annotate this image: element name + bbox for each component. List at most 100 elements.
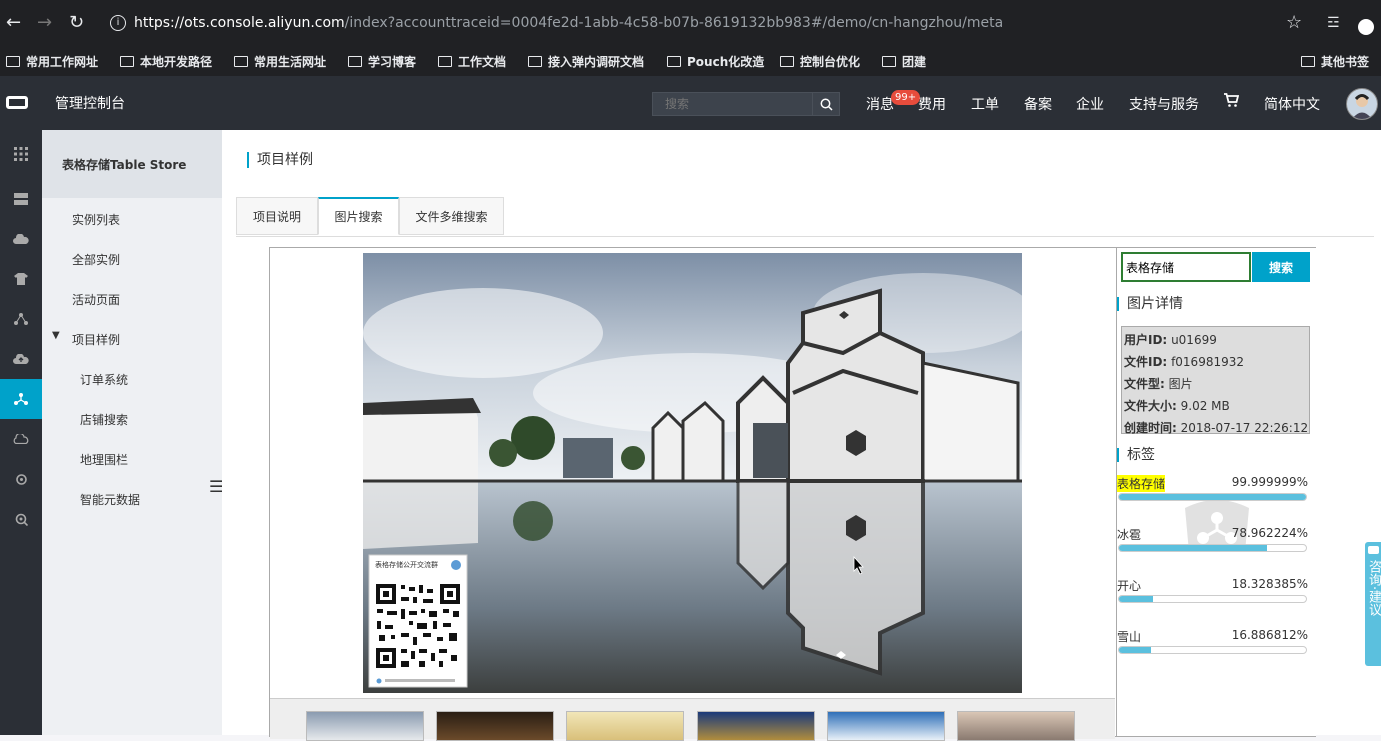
product-title: 表格存储Table Store [62, 158, 187, 172]
cloud-upload-icon[interactable] [0, 339, 42, 379]
tag-percent: 78.962224% [1231, 526, 1308, 540]
feedback-tab[interactable]: 咨询·建议 [1365, 542, 1381, 666]
thumbnail-strip [270, 698, 1115, 741]
chat-icon [1367, 546, 1379, 554]
settings-icon[interactable] [0, 459, 42, 499]
sidebar-item-all-instances[interactable]: 全部实例 [72, 251, 120, 268]
bookmarks-bar: 常用工作网址 本地开发路径 常用生活网址 学习博客 工作文档 接入弹内调研文档 … [0, 46, 1381, 76]
folder-icon [438, 56, 452, 67]
search-input[interactable] [653, 93, 813, 115]
thumbnail[interactable] [697, 711, 815, 741]
bookmark-item[interactable]: 常用工作网址 [6, 53, 98, 70]
nav-language[interactable]: 简体中文 [1264, 94, 1320, 114]
tag-search-input[interactable] [1121, 252, 1251, 282]
sidebar-item-samples[interactable]: 项目样例 [72, 331, 120, 348]
thumbnail[interactable] [306, 711, 424, 741]
qr-code-card: 表格存储公开交流群 [368, 554, 468, 688]
product-sidebar: 表格存储Table Store 实例列表 全部实例 活动页面 ▼ 项目样例 订单… [42, 130, 223, 735]
nav-support[interactable]: 支持与服务 [1129, 94, 1199, 114]
nav-billing[interactable]: 费用 [918, 94, 946, 114]
thumbnail[interactable] [436, 711, 554, 741]
monitor-search-icon[interactable] [0, 499, 42, 539]
thumbnail[interactable] [566, 711, 684, 741]
tab-divider [236, 236, 1374, 237]
caret-down-icon[interactable]: ▼ [52, 330, 60, 341]
sidebar-item-instances[interactable]: 实例列表 [72, 211, 120, 228]
folder-icon [667, 56, 681, 67]
bookmark-item[interactable]: 其他书签 [1301, 53, 1369, 70]
search-button[interactable] [812, 93, 839, 115]
cart-icon[interactable] [1223, 93, 1240, 112]
qr-card-title: 表格存储公开交流群 [375, 560, 438, 569]
nav-icp[interactable]: 备案 [1024, 94, 1052, 114]
bookmark-item[interactable]: Pouch化改造 [667, 53, 764, 70]
created-label: 创建时间: [1124, 421, 1177, 435]
file-size-label: 文件大小: [1124, 399, 1177, 413]
sidebar-item-orders[interactable]: 订单系统 [80, 371, 128, 388]
sidebar-item-smart-meta[interactable]: 智能元数据 [80, 491, 140, 508]
nav-ticket[interactable]: 工单 [971, 94, 999, 114]
apps-grid-icon[interactable] [0, 134, 42, 174]
tab-file-search[interactable]: 文件多维搜索 [399, 197, 504, 235]
tag-search-button[interactable]: 搜索 [1252, 252, 1310, 282]
table-store-icon[interactable] [0, 379, 42, 419]
tag-confidence-fill [1119, 545, 1267, 551]
cloud-outline-icon[interactable] [0, 419, 42, 459]
avatar[interactable] [1346, 88, 1378, 120]
info-icon[interactable]: i [110, 15, 126, 31]
folder-icon [348, 56, 362, 67]
image-detail-panel: 搜索 图片详情 用户ID: u01699 文件ID: f016981932 文件… [1116, 248, 1316, 736]
file-id-label: 文件ID: [1124, 355, 1168, 369]
bookmark-item[interactable]: 本地开发路径 [120, 53, 212, 70]
tag-percent: 16.886812% [1231, 628, 1308, 642]
browser-address-bar: ← → ↻ i https://ots.console.aliyun.com/i… [0, 0, 1381, 46]
main-content: 项目样例 项目说明 图片搜索 文件多维搜索 表格存储公开交流群 表格存储 搜索 … [222, 130, 1381, 741]
search-result-image[interactable]: 表格存储公开交流群 [363, 253, 1022, 693]
folder-icon [6, 56, 20, 67]
shirt-icon[interactable] [0, 259, 42, 299]
user-id-label: 用户ID: [1124, 333, 1168, 347]
tag-label: 开心 [1117, 579, 1142, 593]
cloud-icon[interactable] [0, 219, 42, 259]
network-icon[interactable] [0, 299, 42, 339]
tags-title: 标签 [1117, 448, 1155, 462]
sidebar-item-geofence[interactable]: 地理围栏 [80, 451, 128, 468]
aliyun-logo-icon[interactable] [6, 96, 28, 109]
tag-confidence-fill [1119, 494, 1306, 500]
thumbnail[interactable] [827, 711, 945, 741]
nav-messages[interactable]: 消息 [866, 94, 894, 114]
global-search [652, 92, 840, 116]
folder-icon [1301, 56, 1315, 67]
folder-icon [234, 56, 248, 67]
tag-label: 表格存储 [1117, 475, 1166, 492]
console-topbar: 管理控制台 消息 99+ 费用 工单 备案 企业 支持与服务 简体中文 [0, 76, 1381, 130]
sidebar-item-activity[interactable]: 活动页面 [72, 291, 120, 308]
url-field[interactable]: https://ots.console.aliyun.com/index?acc… [134, 12, 1294, 34]
tag-confidence-fill [1119, 596, 1154, 602]
bookmark-item[interactable]: 常用生活网址 [234, 53, 326, 70]
tag-confidence-bar [1118, 595, 1307, 603]
back-icon[interactable]: ← [6, 14, 21, 32]
bookmark-item[interactable]: 工作文档 [438, 53, 506, 70]
forward-icon[interactable]: → [37, 14, 52, 32]
server-icon[interactable] [0, 179, 42, 219]
folder-icon [882, 56, 896, 67]
tag-label: 冰雹 [1117, 528, 1142, 542]
image-detail-title: 图片详情 [1117, 297, 1183, 311]
tab-image-search[interactable]: 图片搜索 [318, 197, 399, 235]
console-title[interactable]: 管理控制台 [55, 93, 125, 113]
bookmark-item[interactable]: 团建 [882, 53, 926, 70]
profile-icon[interactable] [1358, 19, 1374, 35]
nav-enterprise[interactable]: 企业 [1076, 94, 1104, 114]
tab-intro[interactable]: 项目说明 [236, 197, 318, 235]
sidebar-item-store-search[interactable]: 店铺搜索 [80, 411, 128, 428]
search-icon [820, 98, 833, 111]
reload-icon[interactable]: ↻ [69, 14, 84, 32]
bookmark-item[interactable]: 接入弹内调研文档 [528, 53, 644, 70]
image-info-box: 用户ID: u01699 文件ID: f016981932 文件型: 图片 文件… [1121, 326, 1310, 435]
bookmark-item[interactable]: 学习博客 [348, 53, 416, 70]
bookmark-item[interactable]: 控制台优化 [780, 53, 860, 70]
star-icon[interactable]: ☆ [1286, 14, 1302, 32]
thumbnail[interactable] [957, 711, 1075, 741]
extension-icon[interactable]: ☲ [1327, 14, 1340, 32]
